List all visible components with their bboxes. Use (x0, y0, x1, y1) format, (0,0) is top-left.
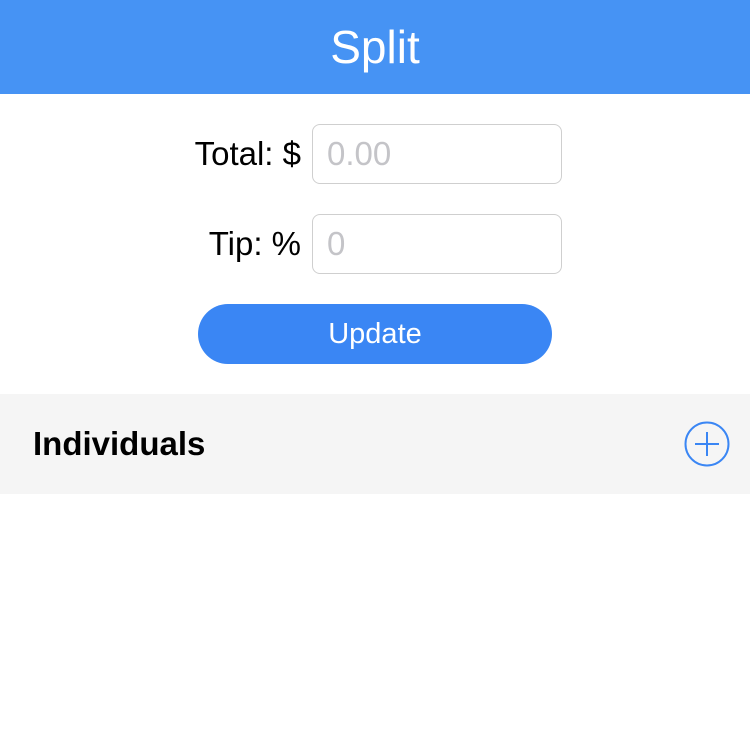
navigation-bar: Split (0, 0, 750, 94)
plus-circle-icon (684, 421, 730, 467)
individuals-title: Individuals (33, 425, 206, 462)
individuals-section-header: Individuals (0, 394, 750, 494)
split-app: Split Total: $ Tip: % Update Individuals (0, 0, 750, 750)
page-title: Split (330, 21, 420, 73)
tip-input[interactable] (312, 214, 562, 274)
total-row: Total: $ (0, 124, 750, 184)
total-label: Total: $ (194, 135, 301, 172)
tip-row: Tip: % (0, 214, 750, 274)
update-button[interactable]: Update (198, 304, 552, 364)
tip-label: Tip: % (208, 225, 301, 262)
add-individual-button[interactable] (684, 421, 730, 467)
total-input[interactable] (312, 124, 562, 184)
